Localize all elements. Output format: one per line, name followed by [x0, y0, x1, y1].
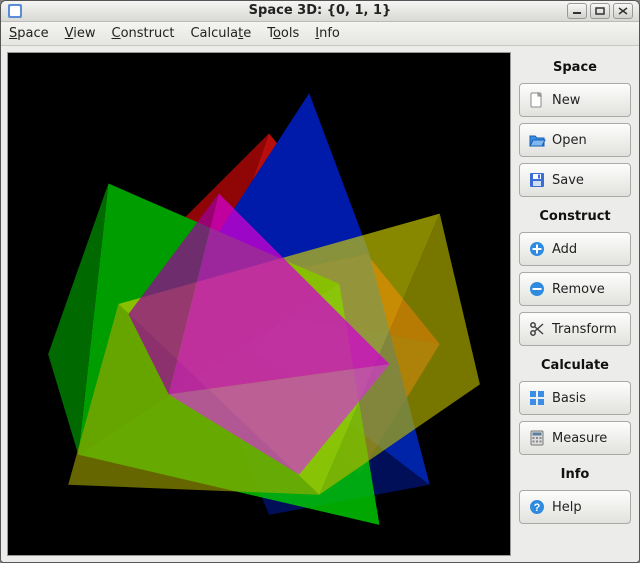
window-controls: [567, 3, 633, 19]
remove-icon: [528, 280, 546, 298]
measure-button[interactable]: Measure: [519, 421, 631, 455]
3d-viewport[interactable]: [7, 52, 511, 556]
sidebar-heading-construct: Construct: [519, 203, 631, 230]
measure-label: Measure: [552, 431, 607, 446]
menu-calculate[interactable]: Calculate: [190, 26, 251, 41]
menubar: Space View Construct Calculate Tools Inf…: [1, 22, 639, 46]
menu-tools[interactable]: Tools: [267, 26, 299, 41]
titlebar[interactable]: Space 3D: {0, 1, 1}: [1, 1, 639, 22]
help-icon: ?: [528, 498, 546, 516]
menu-view[interactable]: View: [65, 26, 96, 41]
maximize-button[interactable]: [590, 3, 610, 19]
grid-icon: [528, 389, 546, 407]
basis-button[interactable]: Basis: [519, 381, 631, 415]
new-button[interactable]: New: [519, 83, 631, 117]
save-icon: [528, 171, 546, 189]
calculator-icon: [528, 429, 546, 447]
transform-button[interactable]: Transform: [519, 312, 631, 346]
transform-label: Transform: [552, 322, 617, 337]
sidebar: Space New Open Save Construct Add Remove: [517, 52, 633, 556]
sidebar-heading-space: Space: [519, 54, 631, 81]
new-icon: [528, 91, 546, 109]
basis-label: Basis: [552, 391, 586, 406]
add-icon: [528, 240, 546, 258]
app-window: Space 3D: {0, 1, 1} Space View Construct…: [0, 0, 640, 563]
add-button[interactable]: Add: [519, 232, 631, 266]
help-button[interactable]: ? Help: [519, 490, 631, 524]
save-button[interactable]: Save: [519, 163, 631, 197]
add-label: Add: [552, 242, 577, 257]
scissors-icon: [528, 320, 546, 338]
save-label: Save: [552, 173, 584, 188]
open-button[interactable]: Open: [519, 123, 631, 157]
window-title: Space 3D: {0, 1, 1}: [1, 3, 639, 18]
3d-scene: [8, 53, 510, 555]
remove-label: Remove: [552, 282, 605, 297]
app-icon: [7, 3, 23, 19]
menu-construct[interactable]: Construct: [112, 26, 175, 41]
minimize-button[interactable]: [567, 3, 587, 19]
menu-info[interactable]: Info: [315, 26, 340, 41]
menu-space[interactable]: Space: [9, 26, 49, 41]
sidebar-heading-info: Info: [519, 461, 631, 488]
new-label: New: [552, 93, 580, 108]
close-button[interactable]: [613, 3, 633, 19]
sidebar-heading-calculate: Calculate: [519, 352, 631, 379]
open-icon: [528, 131, 546, 149]
remove-button[interactable]: Remove: [519, 272, 631, 306]
svg-text:?: ?: [534, 502, 541, 514]
content-area: Space New Open Save Construct Add Remove: [1, 46, 639, 562]
open-label: Open: [552, 133, 587, 148]
help-label: Help: [552, 500, 582, 515]
